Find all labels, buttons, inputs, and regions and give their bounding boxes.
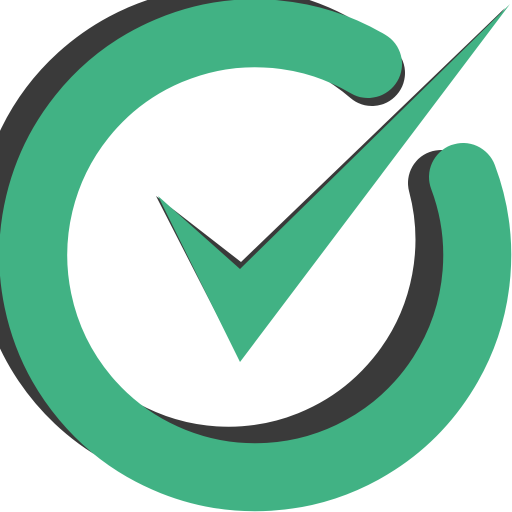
check-circle-icon xyxy=(0,0,512,512)
logo-canvas xyxy=(0,0,512,512)
